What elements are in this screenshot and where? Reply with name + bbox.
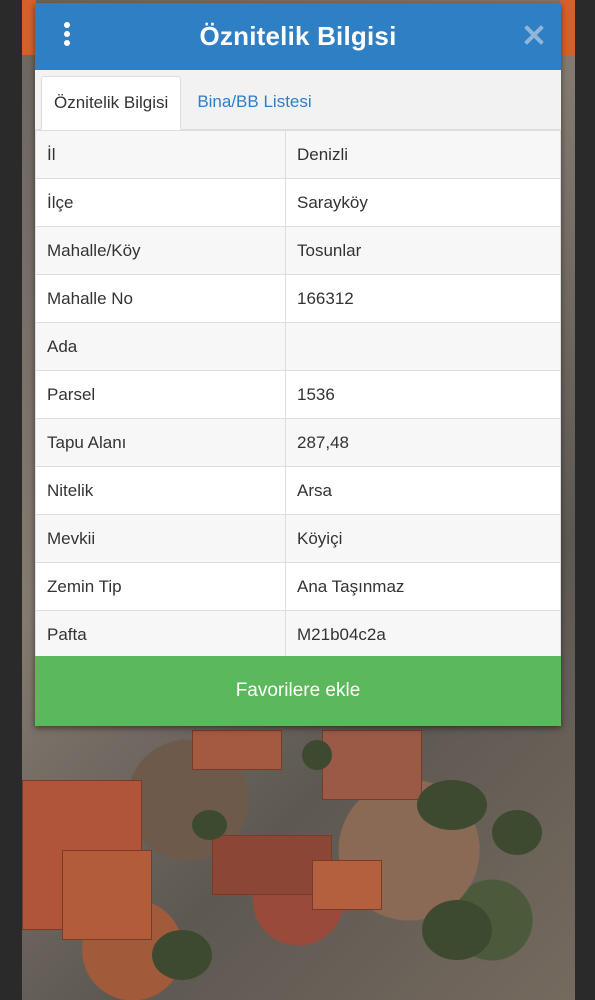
screen-edge-left bbox=[0, 0, 22, 1000]
attribute-table: İl Denizli İlçe Sarayköy Mahalle/Köy Tos… bbox=[35, 130, 561, 659]
table-row: Parsel 1536 bbox=[35, 370, 561, 419]
attribute-value: 166312 bbox=[285, 274, 561, 323]
table-row: Mahalle No 166312 bbox=[35, 274, 561, 323]
table-row: İlçe Sarayköy bbox=[35, 178, 561, 227]
attribute-key: İl bbox=[35, 130, 286, 179]
map-tree bbox=[492, 810, 542, 855]
close-icon[interactable] bbox=[524, 25, 544, 45]
table-row: Pafta M21b04c2a bbox=[35, 610, 561, 659]
attribute-key: Mahalle No bbox=[35, 274, 286, 323]
attribute-key: Mevkii bbox=[35, 514, 286, 563]
attribute-key: Pafta bbox=[35, 610, 286, 659]
table-row: Tapu Alanı 287,48 bbox=[35, 418, 561, 467]
attribute-key: Nitelik bbox=[35, 466, 286, 515]
attribute-key: Ada bbox=[35, 322, 286, 371]
dialog-title: Öznitelik Bilgisi bbox=[199, 21, 397, 51]
dialog-header: Öznitelik Bilgisi bbox=[35, 3, 561, 70]
attribute-value bbox=[285, 322, 561, 371]
attribute-value: Köyiçi bbox=[285, 514, 561, 563]
map-tree bbox=[302, 740, 332, 770]
screen-edge-right bbox=[575, 0, 595, 1000]
map-tree bbox=[152, 930, 212, 980]
attribute-value: Denizli bbox=[285, 130, 561, 179]
attribute-value: 287,48 bbox=[285, 418, 561, 467]
table-row: Mevkii Köyiçi bbox=[35, 514, 561, 563]
map-tree bbox=[417, 780, 487, 830]
attribute-info-dialog: Öznitelik Bilgisi Öznitelik Bilgisi Bina… bbox=[35, 3, 561, 726]
attribute-value: Ana Taşınmaz bbox=[285, 562, 561, 611]
attribute-value: Arsa bbox=[285, 466, 561, 515]
tab-bar: Öznitelik Bilgisi Bina/BB Listesi bbox=[35, 70, 561, 130]
app-bar-edge bbox=[560, 0, 575, 55]
table-row: Nitelik Arsa bbox=[35, 466, 561, 515]
vertical-ellipsis-icon[interactable] bbox=[60, 22, 74, 50]
map-tree bbox=[192, 810, 227, 840]
attribute-key: Mahalle/Köy bbox=[35, 226, 286, 275]
tab-attribute-info[interactable]: Öznitelik Bilgisi bbox=[41, 76, 182, 130]
map-building bbox=[322, 730, 422, 800]
attribute-value: M21b04c2a bbox=[285, 610, 561, 659]
table-row: Zemin Tip Ana Taşınmaz bbox=[35, 562, 561, 611]
map-building bbox=[192, 730, 282, 770]
table-row: Mahalle/Köy Tosunlar bbox=[35, 226, 561, 275]
attribute-key: Tapu Alanı bbox=[35, 418, 286, 467]
table-row: Ada bbox=[35, 322, 561, 371]
attribute-key: Parsel bbox=[35, 370, 286, 419]
attribute-key: Zemin Tip bbox=[35, 562, 286, 611]
map-building bbox=[312, 860, 382, 910]
attribute-value: Tosunlar bbox=[285, 226, 561, 275]
map-building bbox=[62, 850, 152, 940]
attribute-value: 1536 bbox=[285, 370, 561, 419]
app-bar-edge bbox=[22, 0, 36, 55]
tab-building-list[interactable]: Bina/BB Listesi bbox=[185, 75, 323, 129]
attribute-key: İlçe bbox=[35, 178, 286, 227]
attribute-value: Sarayköy bbox=[285, 178, 561, 227]
map-tree bbox=[422, 900, 492, 960]
add-to-favorites-button[interactable]: Favorilere ekle bbox=[35, 656, 561, 726]
table-row: İl Denizli bbox=[35, 130, 561, 179]
